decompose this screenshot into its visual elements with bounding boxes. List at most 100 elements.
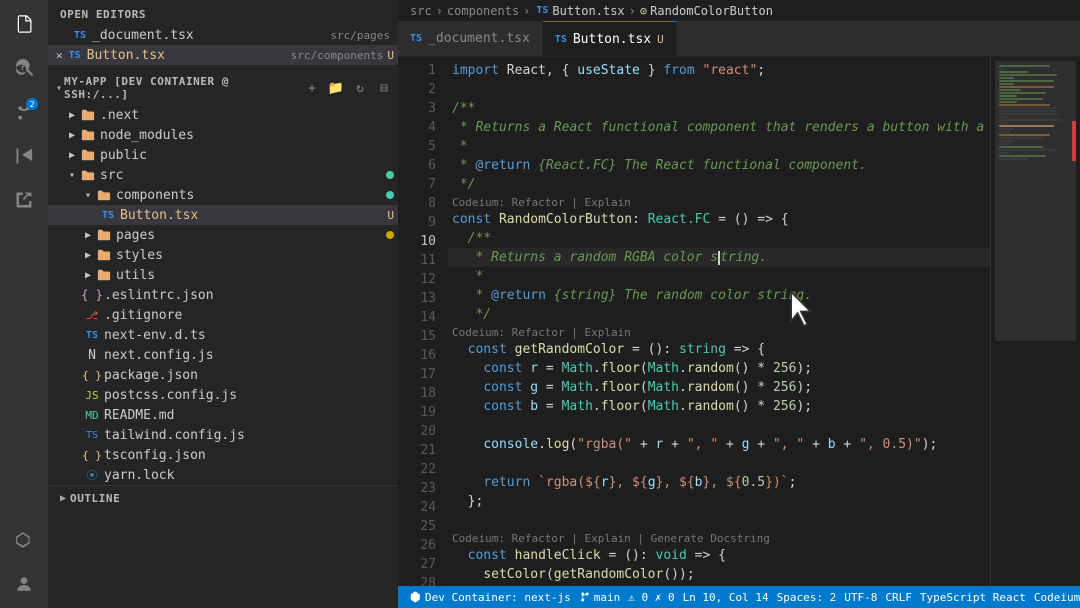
src-label: src [100, 168, 386, 183]
tree-item-tsconfig[interactable]: { } tsconfig.json [48, 445, 398, 465]
tree-item-src[interactable]: ▾ src [48, 165, 398, 185]
status-language[interactable]: TypeScript React [916, 591, 1030, 604]
code-editor[interactable]: 1234567 89101112 131415161718 1920212223… [398, 57, 1080, 586]
new-file-icon[interactable]: + [302, 78, 322, 98]
tree-item-node-modules[interactable]: ▶ node_modules [48, 125, 398, 145]
activity-bar: 2 [0, 0, 48, 608]
code-line-3: /** [448, 99, 990, 118]
tree-item-gitignore[interactable]: ⎇ .gitignore [48, 305, 398, 325]
tab-document[interactable]: TS _document.tsx [398, 21, 543, 56]
gitignore-label: .gitignore [104, 308, 398, 323]
next-config-icon: N [84, 347, 100, 363]
tree-item-eslint[interactable]: { } .eslintrc.json [48, 285, 398, 305]
code-line-9: /** [448, 229, 990, 248]
pages-label: pages [116, 228, 386, 243]
code-line-26: }; [448, 584, 990, 586]
tree-item-next-env[interactable]: TS next-env.d.ts [48, 325, 398, 345]
tab-button-label: Button.tsx [573, 32, 651, 47]
next-env-label: next-env.d.ts [104, 328, 398, 343]
open-editor-button-label: Button.tsx [87, 48, 291, 63]
code-line-13: */ [448, 305, 990, 324]
breadcrumb-symbol-icon: ⊙ [640, 4, 647, 18]
code-line-7: */ [448, 175, 990, 194]
tree-item-pages[interactable]: ▶ pages [48, 225, 398, 245]
file-tree: ▶ .next ▶ node_modules ▶ public [48, 105, 398, 485]
chevron-right-styles-icon: ▶ [80, 247, 96, 263]
breadcrumb-sep3: › [629, 4, 636, 18]
code-area: 1234567 89101112 131415161718 1920212223… [398, 57, 1080, 586]
components-label: components [116, 188, 386, 203]
remote-icon[interactable] [8, 524, 40, 556]
tree-item-components[interactable]: ▾ components [48, 185, 398, 205]
tab-button-icon: TS [555, 34, 567, 45]
open-editor-button[interactable]: ✕ TS Button.tsx src/components U [48, 45, 398, 65]
tree-item-package[interactable]: { } package.json [48, 365, 398, 385]
tab-modified-indicator: U [657, 33, 664, 46]
extensions-icon[interactable] [8, 184, 40, 216]
yarn-icon: ⦿ [84, 467, 100, 483]
status-codeium[interactable]: Codeium [1030, 591, 1080, 604]
editor-container: src › components › TS Button.tsx › ⊙ Ran… [398, 0, 1080, 608]
code-content[interactable]: import React, { useState } from "react";… [448, 57, 990, 586]
status-git[interactable]: main [575, 586, 625, 608]
close-button-tab-icon[interactable]: ✕ [56, 49, 63, 62]
tab-document-label: _document.tsx [428, 31, 530, 46]
tree-item-next-config[interactable]: N next.config.js [48, 345, 398, 365]
account-icon[interactable] [8, 568, 40, 600]
chevron-right-pages-icon: ▶ [80, 227, 96, 243]
status-encoding[interactable]: UTF-8 [840, 591, 881, 604]
tree-item-public[interactable]: ▶ public [48, 145, 398, 165]
chevron-right-utils-icon: ▶ [80, 267, 96, 283]
next-config-label: next.config.js [104, 348, 398, 363]
explorer-header[interactable]: ▾ MY-APP [DEV CONTAINER @ SSH:/...] + 📁 … [48, 71, 398, 105]
tree-item-tailwind[interactable]: TS tailwind.config.js [48, 425, 398, 445]
tree-item-button-tsx[interactable]: TS Button.tsx U [48, 205, 398, 225]
open-editor-document-label: _document.tsx [92, 28, 330, 43]
src-folder-icon [80, 167, 96, 183]
code-line-18 [448, 416, 990, 435]
collapse-icon[interactable]: ⊟ [374, 78, 394, 98]
postcss-icon: JS [84, 387, 100, 403]
button-tsx-label: Button.tsx [120, 208, 387, 223]
status-spaces[interactable]: Spaces: 2 [773, 591, 841, 604]
tree-item-styles[interactable]: ▶ styles [48, 245, 398, 265]
outline-chevron-icon: ▶ [60, 493, 66, 504]
search-icon[interactable] [8, 52, 40, 84]
open-editor-document-path: src/pages [330, 29, 390, 42]
utils-label: utils [116, 268, 398, 283]
code-line-2 [448, 80, 990, 99]
tab-button[interactable]: TS Button.tsx U [543, 21, 677, 56]
codeium-hint-14: Codeium: Refactor | Explain [448, 324, 990, 340]
breadcrumb-symbol: RandomColorButton [650, 4, 773, 18]
status-eol[interactable]: CRLF [881, 591, 916, 604]
chevron-right-icon3: ▶ [64, 147, 80, 163]
next-env-icon: TS [84, 327, 100, 343]
eslint-label: .eslintrc.json [104, 288, 398, 303]
outline-toggle[interactable]: ▶ OUTLINE [60, 492, 386, 505]
tree-item-next[interactable]: ▶ .next [48, 105, 398, 125]
refresh-icon[interactable]: ↻ [350, 78, 370, 98]
outline-section[interactable]: ▶ OUTLINE [48, 485, 398, 511]
pages-modified-dot [386, 231, 394, 239]
status-errors[interactable]: ⚠ 0 ✗ 0 [624, 586, 678, 608]
status-remote[interactable]: Dev Container: next-js [406, 586, 575, 608]
tree-item-yarn[interactable]: ⦿ yarn.lock [48, 465, 398, 485]
breadcrumb-file: Button.tsx [552, 4, 624, 18]
code-line-8: const RandomColorButton: React.FC = () =… [448, 210, 990, 229]
open-editor-document[interactable]: TS _document.tsx src/pages [48, 25, 398, 45]
readme-icon: MD [84, 407, 100, 423]
new-folder-icon[interactable]: 📁 [326, 78, 346, 98]
source-control-icon[interactable]: 2 [8, 96, 40, 128]
code-line-25: setColor(getRandomColor()); [448, 565, 990, 584]
code-line-12: * @return {string} The random color stri… [448, 286, 990, 305]
status-language-label: TypeScript React [920, 591, 1026, 604]
tree-item-readme[interactable]: MD README.md [48, 405, 398, 425]
files-icon[interactable] [8, 8, 40, 40]
tree-item-utils[interactable]: ▶ utils [48, 265, 398, 285]
status-position[interactable]: Ln 10, Col 14 [679, 591, 773, 604]
node-modules-folder-icon [80, 127, 96, 143]
open-editors-list: TS _document.tsx src/pages ✕ TS Button.t… [48, 25, 398, 65]
tree-item-postcss[interactable]: JS postcss.config.js [48, 385, 398, 405]
run-debug-icon[interactable] [8, 140, 40, 172]
status-git-branch: main [594, 591, 621, 604]
